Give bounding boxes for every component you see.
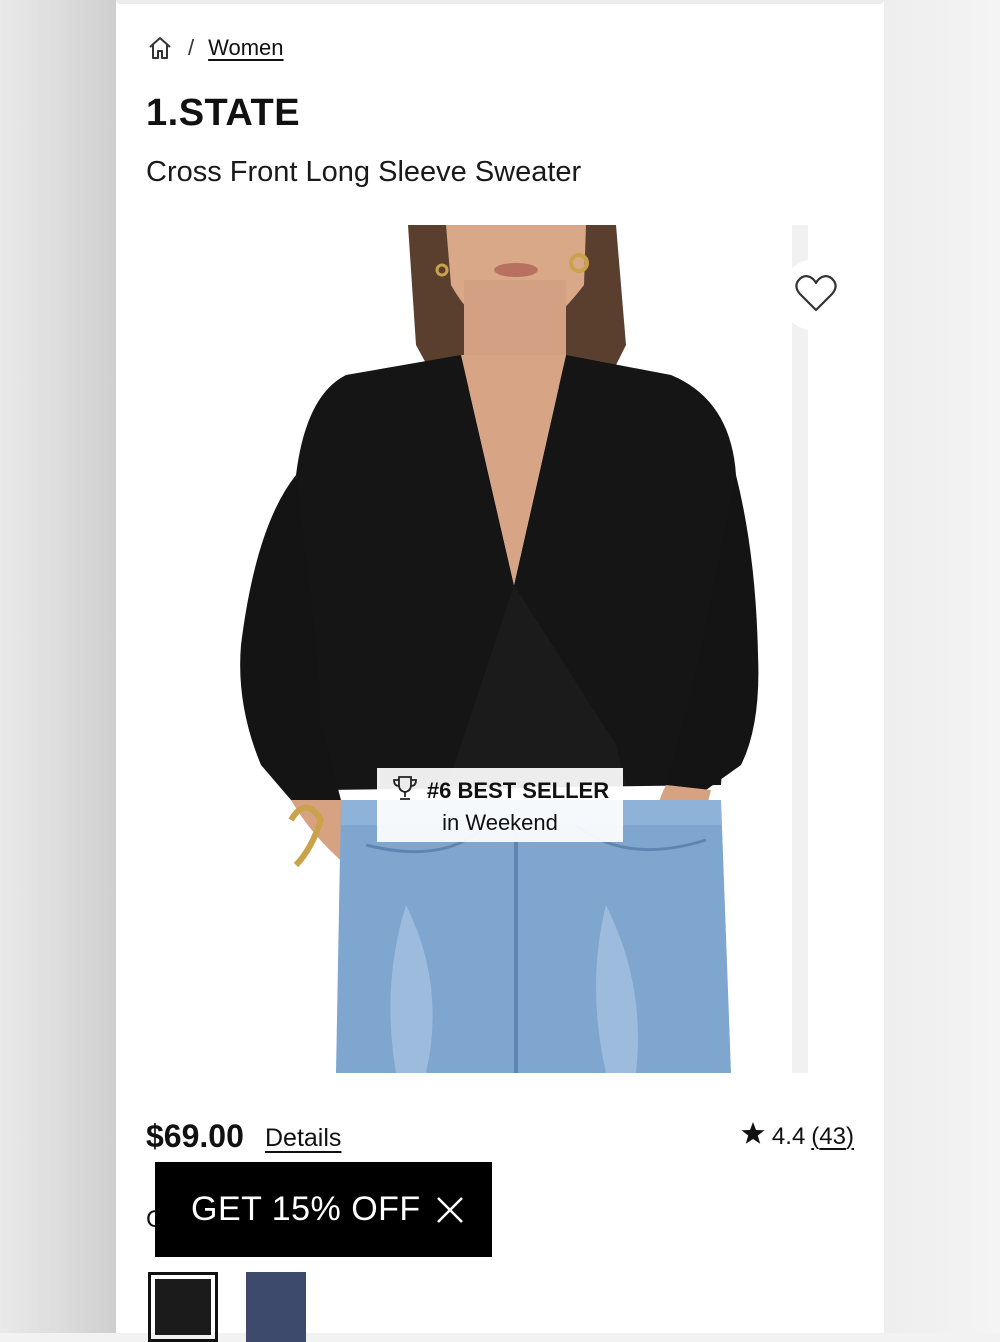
badge-rank-text: #6 BEST SELLER (426, 778, 610, 803)
heart-icon (794, 273, 838, 318)
left-backdrop (0, 0, 116, 1333)
rating-count[interactable]: 43 (819, 1123, 846, 1150)
brand-name[interactable]: 1.STATE (146, 92, 300, 135)
rating-count-close: ) (846, 1122, 854, 1150)
next-image-peek[interactable] (792, 225, 808, 1073)
rating-value: 4.4 (771, 1122, 806, 1150)
top-edge (116, 0, 884, 4)
badge-category-text: in Weekend (442, 810, 558, 835)
star-icon (740, 1120, 766, 1153)
promo-label[interactable]: GET 15% OFF (191, 1190, 421, 1229)
breadcrumb-separator: / (188, 35, 195, 60)
breadcrumb: / Women (146, 32, 284, 64)
product-page: / Women 1.STATE Cross Front Long Sleeve … (116, 0, 884, 1342)
breadcrumb-women-link[interactable]: Women (208, 35, 283, 61)
swatch-black[interactable] (148, 1272, 218, 1342)
swatch-navy[interactable] (246, 1272, 306, 1342)
product-price: $69.00 (146, 1118, 244, 1154)
promo-banner[interactable]: GET 15% OFF (155, 1162, 492, 1257)
best-seller-badge: #6 BEST SELLER in Weekend (377, 768, 623, 842)
product-image (146, 225, 796, 1073)
product-gallery[interactable]: #6 BEST SELLER in Weekend (116, 225, 884, 1075)
product-title: Cross Front Long Sleeve Sweater (146, 156, 582, 188)
home-icon[interactable] (146, 34, 174, 62)
trophy-icon (391, 774, 419, 808)
details-link[interactable]: Details (265, 1124, 341, 1153)
right-backdrop (884, 0, 1000, 1333)
wishlist-button[interactable] (780, 259, 852, 331)
rating-summary[interactable]: 4.4 (43) (740, 1120, 854, 1153)
close-icon[interactable] (434, 1194, 466, 1226)
